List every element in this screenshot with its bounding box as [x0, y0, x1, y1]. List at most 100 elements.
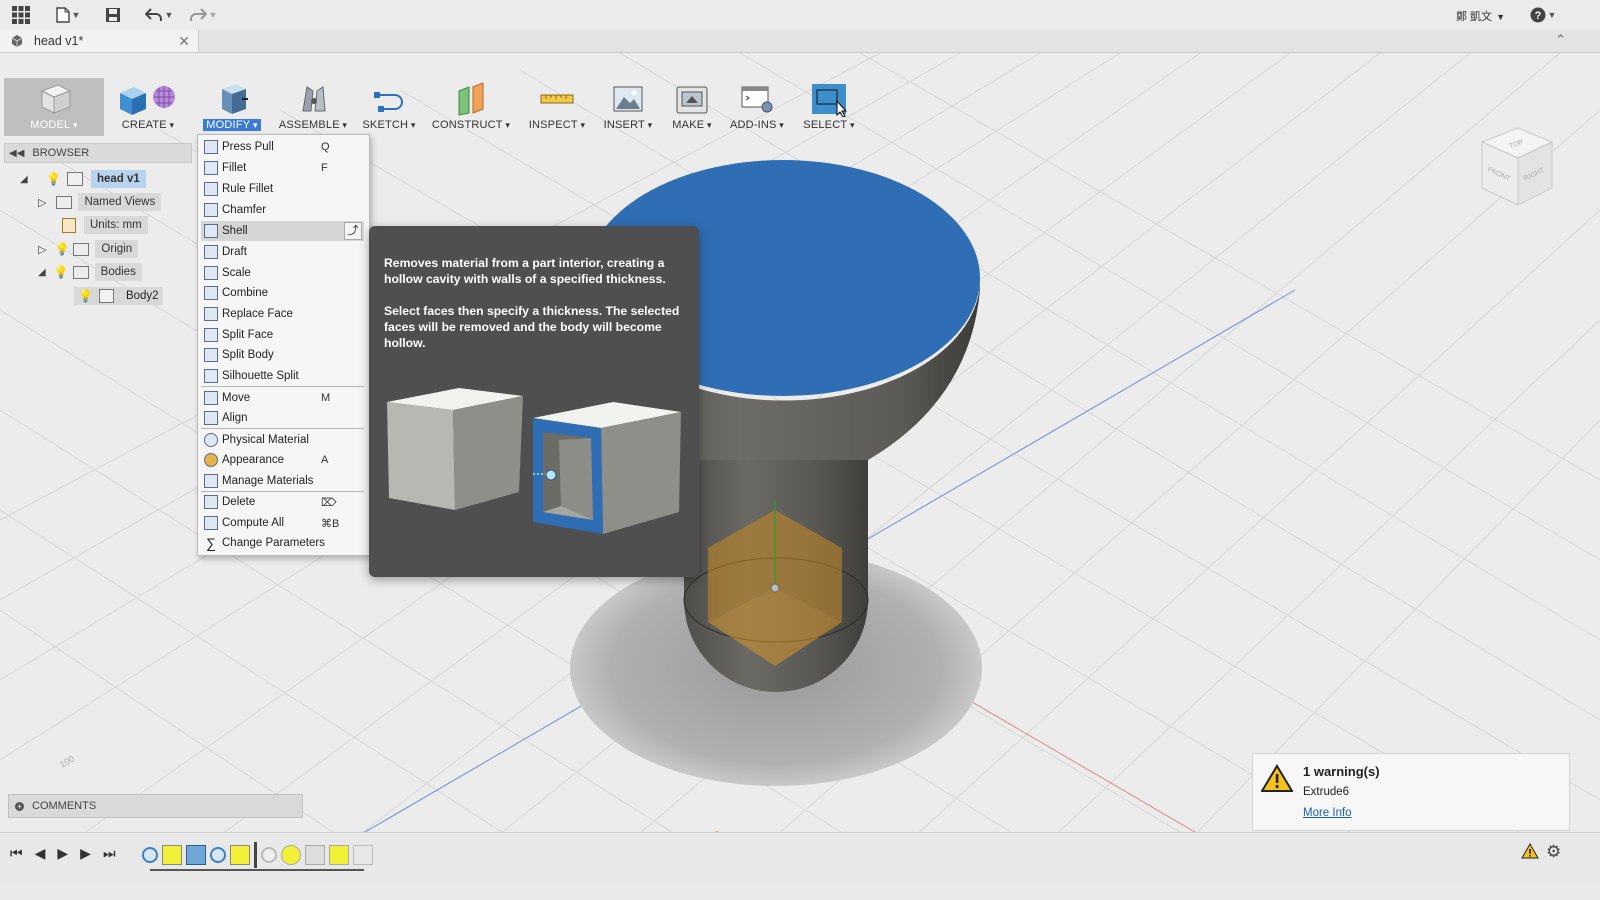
- create-menu[interactable]: CREATE: [108, 78, 188, 136]
- draft-icon: [204, 245, 218, 259]
- add-comment-icon[interactable]: +: [15, 801, 24, 811]
- timeline-plane-icon[interactable]: [305, 845, 325, 865]
- play-icon[interactable]: ▶: [57, 845, 68, 862]
- go-to-end-icon[interactable]: ⏭: [103, 845, 116, 862]
- redo-icon[interactable]: ▼: [186, 5, 220, 25]
- warning-indicator-icon[interactable]: [1521, 843, 1539, 859]
- assemble-menu[interactable]: ASSEMBLE: [278, 78, 348, 136]
- step-forward-icon[interactable]: ▶: [80, 845, 91, 862]
- browser-header[interactable]: ◀◀ BROWSER: [4, 143, 192, 163]
- user-account-menu[interactable]: 鄭 凱文 ▼: [1456, 8, 1505, 24]
- select-menu[interactable]: SELECT: [802, 78, 856, 136]
- menu-item-physical-material[interactable]: Physical Material: [201, 430, 364, 450]
- named-views-row[interactable]: ▷ Named Views: [38, 193, 162, 211]
- menu-item-move[interactable]: Move M: [201, 388, 364, 408]
- menu-item-change-parameters[interactable]: ∑ Change Parameters: [201, 533, 364, 553]
- origin-row[interactable]: ▷ 💡 Origin: [38, 240, 139, 258]
- menu-item-split-face[interactable]: Split Face: [201, 325, 364, 345]
- menu-item-appearance[interactable]: Appearance A: [201, 450, 364, 470]
- menu-item-manage-materials[interactable]: Manage Materials: [201, 471, 364, 491]
- browser-root-row[interactable]: ◢ 💡 head v1: [20, 170, 146, 188]
- more-info-link[interactable]: More Info: [1303, 807, 1352, 819]
- timeline-marker[interactable]: [254, 842, 257, 868]
- inspect-menu[interactable]: INSPECT: [526, 78, 588, 136]
- data-panel-grid-icon[interactable]: [10, 5, 32, 25]
- comments-panel[interactable]: + COMMENTS: [8, 794, 303, 818]
- help-icon[interactable]: ? ▼: [1528, 5, 1558, 25]
- select-icon: [812, 84, 848, 117]
- go-to-start-icon[interactable]: ⏮: [10, 845, 23, 862]
- silhouette-split-icon: [204, 369, 218, 383]
- undo-icon[interactable]: ▼: [142, 5, 176, 25]
- save-icon[interactable]: [104, 5, 122, 25]
- step-back-icon[interactable]: ◀: [35, 845, 46, 862]
- timeline-body-icon[interactable]: [186, 845, 206, 865]
- menu-item-press-pull[interactable]: Press Pull Q: [201, 137, 364, 157]
- insert-menu[interactable]: INSERT: [598, 78, 658, 136]
- timeline-sketch-icon[interactable]: [142, 847, 158, 863]
- view-cube[interactable]: TOP FRONT RIGHT: [1480, 127, 1554, 206]
- visibility-bulb-icon[interactable]: 💡: [54, 265, 69, 279]
- application-bar: ▼ ▼ ▼ 鄭 凱文 ▼ ? ▼: [0, 0, 1600, 31]
- menu-item-rule-fillet[interactable]: Rule Fillet: [201, 179, 364, 199]
- make-menu[interactable]: MAKE: [666, 78, 718, 136]
- expand-triangle-icon[interactable]: ▷: [38, 243, 46, 256]
- body2-label: Body2: [125, 290, 159, 302]
- add-ins-menu[interactable]: ADD-INS: [724, 78, 790, 136]
- bodies-row[interactable]: ◢ 💡 Bodies: [38, 263, 142, 281]
- timeline-features: [142, 842, 373, 868]
- menu-item-delete[interactable]: Delete ⌦: [201, 492, 364, 512]
- tooltip-description: Removes material from a part interior, c…: [384, 256, 666, 286]
- collapse-panel-icon[interactable]: ◀◀: [9, 148, 24, 159]
- menu-item-shell[interactable]: Shell ⤴: [201, 221, 364, 241]
- menu-item-fillet[interactable]: Fillet F: [201, 158, 364, 178]
- body2-row[interactable]: 💡 Body2: [74, 287, 163, 305]
- menu-item-silhouette-split[interactable]: Silhouette Split: [201, 366, 364, 386]
- close-tab-icon[interactable]: ✕: [178, 33, 190, 50]
- sketch-menu[interactable]: SKETCH: [358, 78, 420, 136]
- menu-item-compute-all[interactable]: Compute All ⌘B: [201, 513, 364, 533]
- timeline-extrude-icon[interactable]: [329, 845, 349, 865]
- menu-item-combine[interactable]: Combine: [201, 283, 364, 303]
- modify-dropdown-menu: Press Pull Q Fillet F Rule Fillet Chamfer …: [197, 134, 370, 556]
- rule-fillet-icon: [204, 182, 218, 196]
- menu-item-draft[interactable]: Draft: [201, 242, 364, 262]
- timeline-extrude-icon[interactable]: [230, 845, 250, 865]
- menu-item-split-body[interactable]: Split Body: [201, 345, 364, 365]
- timeline-sketch-icon[interactable]: [210, 847, 226, 863]
- shell-tooltip: Removes material from a part interior, c…: [369, 226, 699, 577]
- menu-item-scale[interactable]: Scale: [201, 263, 364, 283]
- assemble-label: ASSEMBLE: [279, 119, 347, 131]
- timeline-extrude-icon[interactable]: [162, 845, 182, 865]
- expand-triangle-icon[interactable]: ◢: [38, 267, 46, 278]
- menu-item-replace-face[interactable]: Replace Face: [201, 304, 364, 324]
- document-tab[interactable]: head v1* ✕: [0, 30, 199, 52]
- collapse-chevron-icon[interactable]: ⌃: [1555, 32, 1566, 48]
- menu-item-label: Appearance: [222, 454, 285, 466]
- workspace-switcher[interactable]: MODEL: [4, 78, 104, 136]
- menu-item-align[interactable]: Align: [201, 408, 364, 428]
- construct-menu[interactable]: CONSTRUCT: [430, 78, 512, 136]
- menu-item-chamfer[interactable]: Chamfer: [201, 200, 364, 220]
- expand-triangle-icon[interactable]: ▷: [38, 196, 46, 209]
- select-label: SELECT: [803, 119, 854, 131]
- tooltip-instruction: Select faces then specify a thickness. T…: [384, 304, 680, 350]
- menu-item-label: Shell: [222, 225, 248, 237]
- file-menu-icon[interactable]: ▼: [54, 5, 82, 25]
- menu-item-label: Fillet: [222, 162, 247, 174]
- units-row[interactable]: Units: mm: [62, 216, 148, 234]
- modify-menu[interactable]: MODIFY: [197, 78, 267, 136]
- timeline-revolve-icon[interactable]: [281, 845, 301, 865]
- expand-triangle-icon[interactable]: ◢: [20, 174, 34, 185]
- menu-item-label: Align: [222, 412, 248, 424]
- timeline-feature-icon[interactable]: [353, 845, 373, 865]
- visibility-bulb-icon[interactable]: 💡: [78, 289, 93, 303]
- visibility-bulb-icon[interactable]: 💡: [46, 172, 61, 186]
- 3d-print-icon: [676, 86, 708, 114]
- timeline-sketch-icon[interactable]: [261, 847, 277, 863]
- menu-separator: [201, 386, 364, 387]
- folder-icon: [72, 265, 89, 279]
- visibility-bulb-icon[interactable]: 💡: [54, 242, 69, 256]
- timeline-settings-gear-icon[interactable]: ⚙: [1546, 842, 1561, 862]
- pin-to-toolbar-icon[interactable]: ⤴: [344, 222, 362, 240]
